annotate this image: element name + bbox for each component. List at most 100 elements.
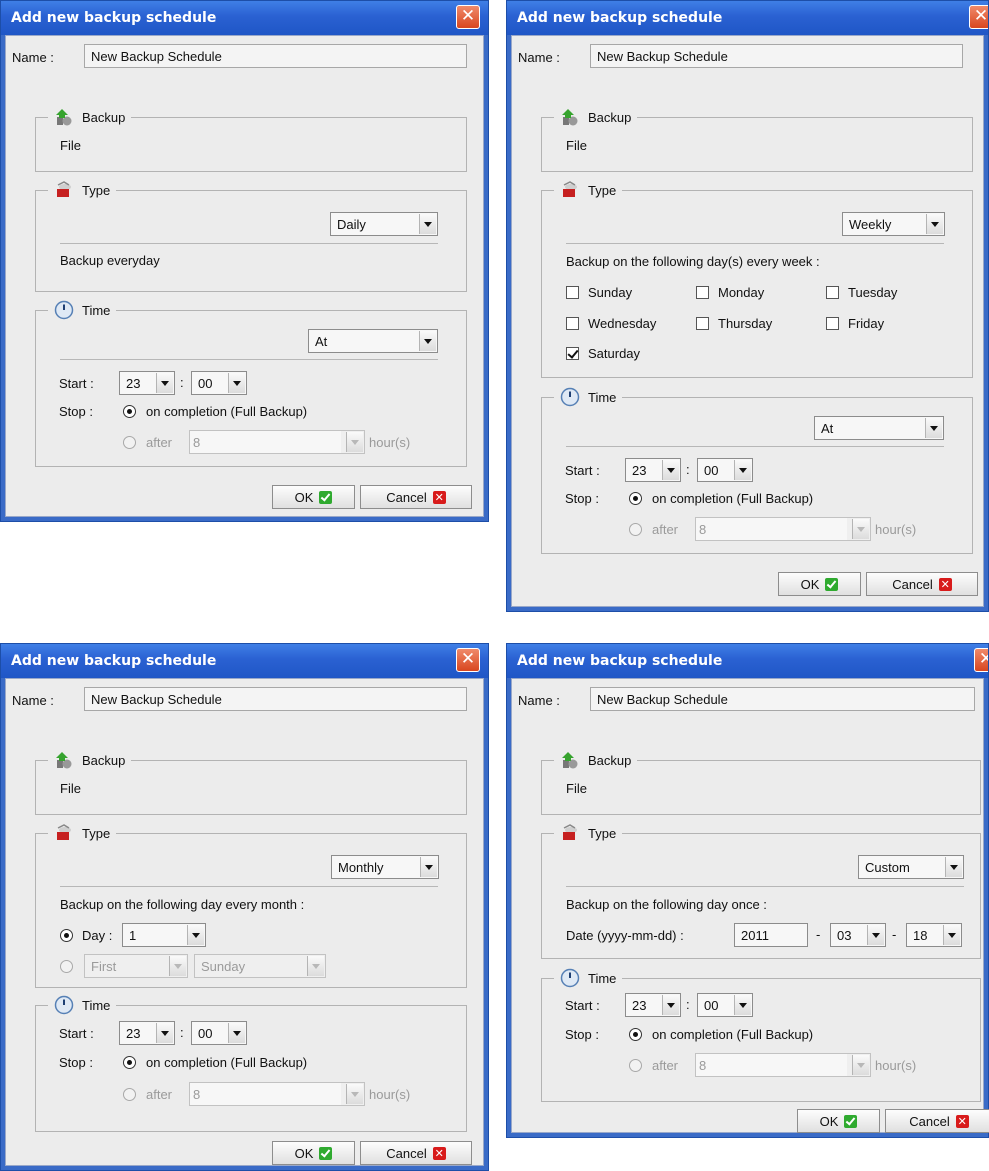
start-minute-select[interactable]: 00 [697,458,753,482]
close-button[interactable]: ✕ [969,5,988,29]
chevron-down-icon[interactable] [228,373,245,393]
dialog-title-bar[interactable]: Add new backup schedule ✕ [507,644,988,678]
chevron-down-icon[interactable] [662,460,679,480]
chevron-down-icon[interactable] [662,995,679,1015]
chevron-down-icon[interactable] [169,956,186,976]
stop-after-hours-field[interactable]: 8 [695,1053,871,1077]
type-description: Backup on the following day once : [566,897,767,912]
type-select[interactable]: Weekly [842,212,945,236]
monthly-weekday-radio[interactable] [60,960,73,973]
day-checkbox-monday[interactable] [696,286,709,299]
cancel-button[interactable]: Cancel ✕ [360,1141,472,1165]
cancel-button[interactable]: Cancel ✕ [360,485,472,509]
stop-after-radio[interactable] [629,1059,642,1072]
chevron-down-icon[interactable] [156,373,173,393]
day-checkbox-sunday[interactable] [566,286,579,299]
check-icon [319,490,333,504]
day-checkbox-saturday[interactable] [566,347,579,360]
stop-after-hours-field[interactable]: 8 [695,517,871,541]
chevron-down-icon[interactable] [867,925,884,945]
start-hour-value: 23 [632,998,647,1013]
start-hour-select[interactable]: 23 [625,458,681,482]
type-select[interactable]: Daily [330,212,438,236]
close-button[interactable]: ✕ [456,648,480,672]
ok-button-label: OK [294,1145,314,1161]
ok-button[interactable]: OK [797,1109,880,1133]
name-input[interactable]: New Backup Schedule [84,687,467,711]
start-hour-select[interactable]: 23 [625,993,681,1017]
cancel-button[interactable]: Cancel ✕ [885,1109,989,1133]
hours-label: hour(s) [875,1058,917,1073]
stop-after-hours-dropdown[interactable] [847,1053,871,1077]
ok-button-label: OK [294,489,314,505]
chevron-down-icon[interactable] [852,1055,869,1075]
monthly-weekday-select[interactable]: Sunday [194,954,326,978]
chevron-down-icon[interactable] [420,857,437,877]
chevron-down-icon[interactable] [852,519,869,539]
type-description: Backup everyday [60,253,160,268]
start-minute-select[interactable]: 00 [191,1021,247,1045]
start-minute-select[interactable]: 00 [697,993,753,1017]
close-button[interactable]: ✕ [456,5,480,29]
monthly-ordinal-select[interactable]: First [84,954,188,978]
monthly-day-select[interactable]: 1 [122,923,206,947]
chevron-down-icon[interactable] [926,214,943,234]
date-day-select[interactable]: 18 [906,923,962,947]
stop-after-radio[interactable] [123,1088,136,1101]
stop-on-completion-radio[interactable] [123,405,136,418]
name-input[interactable]: New Backup Schedule [590,44,963,68]
stop-on-completion-radio[interactable] [629,1028,642,1041]
day-checkbox-thursday[interactable] [696,317,709,330]
chevron-down-icon[interactable] [346,1084,363,1104]
type-bucket-icon [563,181,577,197]
clock-icon [54,300,74,320]
chevron-down-icon[interactable] [187,925,204,945]
chevron-down-icon[interactable] [945,857,962,877]
type-select[interactable]: Custom [858,855,964,879]
day-checkbox-tuesday[interactable] [826,286,839,299]
day-checkbox-friday[interactable] [826,317,839,330]
stop-after-hours-field[interactable]: 8 [189,1082,365,1106]
stop-on-completion-radio[interactable] [123,1056,136,1069]
name-input[interactable]: New Backup Schedule [590,687,975,711]
stop-after-hours-dropdown[interactable] [341,430,365,454]
start-hour-select[interactable]: 23 [119,1021,175,1045]
time-mode-select[interactable]: At [814,416,944,440]
name-input[interactable]: New Backup Schedule [84,44,467,68]
backup-legend: Backup [554,749,638,771]
ok-button[interactable]: OK [778,572,861,596]
dialog-title-bar[interactable]: Add new backup schedule ✕ [1,644,488,678]
type-select[interactable]: Monthly [331,855,439,879]
stop-after-radio[interactable] [123,436,136,449]
chevron-down-icon[interactable] [943,925,960,945]
chevron-down-icon[interactable] [925,418,942,438]
stop-after-hours-field[interactable]: 8 [189,430,365,454]
date-month-select[interactable]: 03 [830,923,886,947]
stop-after-hours-dropdown[interactable] [847,517,871,541]
chevron-down-icon[interactable] [156,1023,173,1043]
stop-after-label: after [652,522,679,537]
ok-button[interactable]: OK [272,485,355,509]
start-minute-select[interactable]: 00 [191,371,247,395]
stop-label: Stop : [59,1055,93,1070]
chevron-down-icon[interactable] [419,214,436,234]
chevron-down-icon[interactable] [228,1023,245,1043]
day-checkbox-wednesday[interactable] [566,317,579,330]
stop-on-completion-radio[interactable] [629,492,642,505]
chevron-down-icon[interactable] [734,995,751,1015]
dialog-title-bar[interactable]: Add new backup schedule ✕ [507,1,988,35]
chevron-down-icon[interactable] [346,432,363,452]
cancel-button[interactable]: Cancel ✕ [866,572,978,596]
dialog-title-bar[interactable]: Add new backup schedule ✕ [1,1,488,35]
start-hour-select[interactable]: 23 [119,371,175,395]
date-year-input[interactable]: 2011 [734,923,808,947]
monthly-day-radio[interactable] [60,929,73,942]
stop-after-hours-dropdown[interactable] [341,1082,365,1106]
ok-button[interactable]: OK [272,1141,355,1165]
time-mode-select[interactable]: At [308,329,438,353]
close-button[interactable]: ✕ [974,648,988,672]
chevron-down-icon[interactable] [419,331,436,351]
stop-after-radio[interactable] [629,523,642,536]
chevron-down-icon[interactable] [734,460,751,480]
chevron-down-icon[interactable] [307,956,324,976]
